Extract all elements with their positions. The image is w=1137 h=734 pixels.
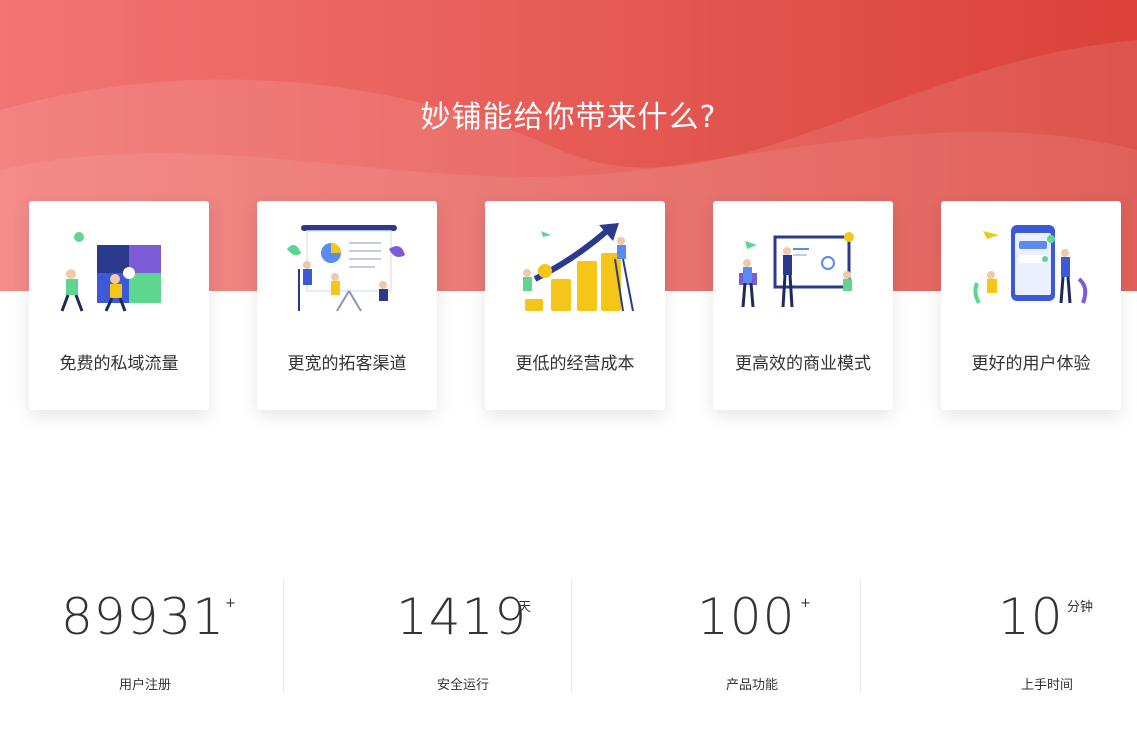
presentation-board-icon xyxy=(287,225,405,312)
stat-value: 100 xyxy=(697,588,796,646)
stat-caption: 产品功能 xyxy=(726,678,779,693)
stat-value: 89931 xyxy=(61,588,226,646)
stat-caption: 上手时间 xyxy=(1021,678,1074,693)
puzzle-team-icon xyxy=(60,232,161,312)
stats-row: 89931 + 用户注册 1419 天 安全运行 100 + 产品功能 10 分… xyxy=(0,570,1137,700)
feature-card-label: 更好的用户体验 xyxy=(971,354,1091,374)
stat-value: 10 xyxy=(998,588,1064,646)
stat-unit: + xyxy=(800,596,811,611)
dashboard-screen-icon xyxy=(739,232,854,308)
feature-card-label: 更高效的商业模式 xyxy=(735,354,871,374)
feature-card-traffic[interactable]: 免费的私域流量 xyxy=(29,201,209,410)
mobile-app-icon xyxy=(973,225,1088,305)
stat-unit: 分钟 xyxy=(1067,600,1094,615)
stat-unit: + xyxy=(225,596,236,611)
feature-card-label: 更宽的拓客渠道 xyxy=(287,354,407,374)
stat-uptime: 1419 天 安全运行 xyxy=(284,570,571,695)
feature-cards: 免费的私域流量 更宽的拓客渠道 更低的经营成本 更高效的商业模式 更好的用户体验 xyxy=(0,0,1137,420)
stat-features: 100 + 产品功能 xyxy=(572,570,860,695)
feature-card-experience[interactable]: 更好的用户体验 xyxy=(941,201,1121,410)
feature-card-business[interactable]: 更高效的商业模式 xyxy=(713,201,893,410)
feature-card-label: 更低的经营成本 xyxy=(515,354,635,374)
stat-onboarding: 10 分钟 上手时间 xyxy=(861,570,1137,695)
feature-card-cost[interactable]: 更低的经营成本 xyxy=(485,201,665,410)
feature-card-channels[interactable]: 更宽的拓客渠道 xyxy=(257,201,437,410)
stat-users: 89931 + 用户注册 xyxy=(0,570,283,695)
stat-caption: 用户注册 xyxy=(119,678,172,693)
coin-growth-icon xyxy=(523,223,634,312)
stat-caption: 安全运行 xyxy=(437,678,490,693)
stat-unit: 天 xyxy=(518,600,532,615)
stat-value: 1419 xyxy=(396,588,528,646)
feature-card-label: 免费的私域流量 xyxy=(59,354,179,374)
